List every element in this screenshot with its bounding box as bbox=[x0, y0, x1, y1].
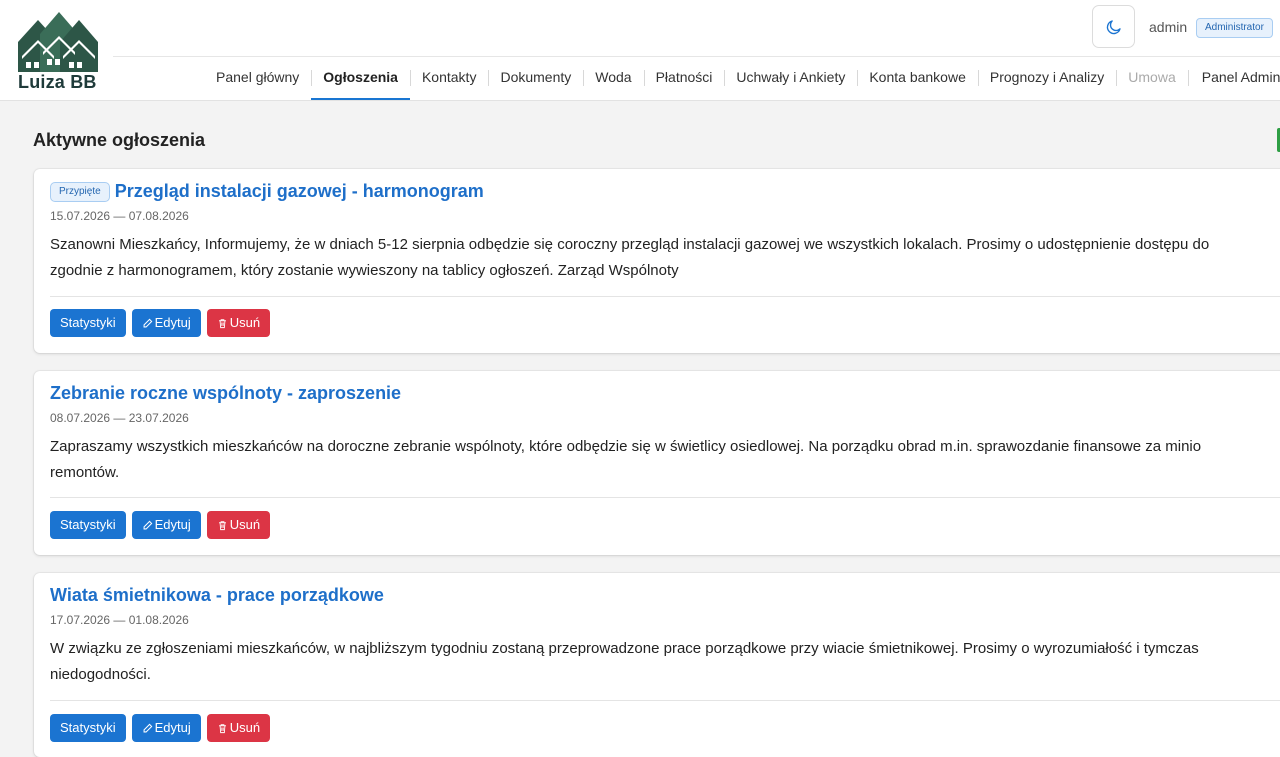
card-actions: Statystyki Edytuj Usuń bbox=[50, 511, 271, 539]
pinned-badge: Przypięte bbox=[50, 181, 110, 202]
user-name[interactable]: admin bbox=[1149, 19, 1187, 35]
stats-button[interactable]: Statystyki bbox=[50, 714, 126, 742]
announcement-body-line: Zapraszamy wszystkich mieszkańców na dor… bbox=[50, 438, 1202, 455]
nav-item-platnosci[interactable]: Płatności bbox=[643, 58, 725, 100]
delete-button[interactable]: Usuń bbox=[206, 511, 271, 539]
moon-icon bbox=[1106, 19, 1121, 34]
top-header: Luiza BB admin Administrator Panel główn… bbox=[0, 0, 1280, 101]
nav-item-prognozy-analizy[interactable]: Prognozy i Analizy bbox=[977, 58, 1116, 100]
nav-item-dokumenty[interactable]: Dokumenty bbox=[488, 58, 583, 100]
edit-button-label: Edytuj bbox=[154, 315, 191, 330]
announcement-body: W związku ze zgłoszeniami mieszkańców, w… bbox=[50, 636, 1199, 688]
delete-button-label: Usuń bbox=[229, 517, 261, 532]
houses-logo-icon bbox=[18, 12, 98, 72]
announcement-body-line: niedogodności. bbox=[50, 666, 151, 683]
card-divider bbox=[50, 700, 1280, 701]
trash-icon bbox=[218, 520, 226, 530]
card-divider bbox=[50, 497, 1280, 498]
announcement-card: Przypięte Przegląd instalacji gazowej - … bbox=[34, 169, 1280, 353]
page-title: Aktywne ogłoszenia bbox=[33, 130, 206, 150]
edit-button-label: Edytuj bbox=[154, 720, 191, 735]
main-nav: Panel główny Ogłoszenia Kontakty Dokumen… bbox=[204, 58, 1280, 100]
delete-button[interactable]: Usuń bbox=[206, 714, 271, 742]
announcement-body: Szanowni Mieszkańcy, Informujemy, że w d… bbox=[50, 232, 1209, 284]
announcement-body-line: Szanowni Mieszkańcy, Informujemy, że w d… bbox=[50, 236, 1210, 253]
delete-button-label: Usuń bbox=[229, 720, 261, 735]
trash-icon bbox=[218, 318, 226, 328]
delete-button[interactable]: Usuń bbox=[206, 309, 271, 337]
logo[interactable]: Luiza BB bbox=[18, 12, 100, 92]
stats-button-label: Statystyki bbox=[60, 315, 116, 330]
announcement-title[interactable]: Przegląd instalacji gazowej - harmonogra… bbox=[115, 181, 484, 202]
pencil-icon bbox=[143, 318, 152, 327]
nav-divider bbox=[113, 56, 1280, 57]
edit-button[interactable]: Edytuj bbox=[131, 309, 201, 337]
announcement-dates: 17.07.2026 — 01.08.2026 bbox=[50, 613, 189, 627]
card-divider bbox=[50, 296, 1280, 297]
card-actions: Statystyki Edytuj Usuń bbox=[50, 309, 271, 337]
stats-button-label: Statystyki bbox=[60, 720, 116, 735]
nav-item-konta-bankowe[interactable]: Konta bankowe bbox=[857, 58, 978, 100]
nav-item-uchwaly-ankiety[interactable]: Uchwały i Ankiety bbox=[724, 58, 857, 100]
announcement-body-line: W związku ze zgłoszeniami mieszkańców, w… bbox=[50, 640, 1199, 657]
nav-item-kontakty[interactable]: Kontakty bbox=[409, 58, 488, 100]
stats-button[interactable]: Statystyki bbox=[50, 511, 126, 539]
stats-button-label: Statystyki bbox=[60, 517, 116, 532]
nav-item-woda[interactable]: Woda bbox=[583, 58, 643, 100]
card-actions: Statystyki Edytuj Usuń bbox=[50, 714, 271, 742]
pencil-icon bbox=[143, 723, 152, 732]
edit-button[interactable]: Edytuj bbox=[131, 714, 201, 742]
nav-item-panel-admin[interactable]: Panel Admin bbox=[1187, 58, 1280, 100]
announcement-title[interactable]: Wiata śmietnikowa - prace porządkowe bbox=[50, 585, 384, 606]
announcement-card: Zebranie roczne wspólnoty - zaproszenie … bbox=[34, 371, 1280, 555]
nav-item-umowa[interactable]: Umowa bbox=[1116, 58, 1187, 100]
pencil-icon bbox=[143, 520, 152, 529]
stats-button[interactable]: Statystyki bbox=[50, 309, 126, 337]
trash-icon bbox=[218, 723, 226, 733]
announcement-body-line: zgodnie z harmonogramem, który zostanie … bbox=[50, 262, 679, 279]
announcement-card: Wiata śmietnikowa - prace porządkowe 17.… bbox=[34, 573, 1280, 757]
announcement-body: Zapraszamy wszystkich mieszkańców na dor… bbox=[50, 434, 1201, 486]
nav-item-ogloszenia[interactable]: Ogłoszenia bbox=[311, 58, 410, 100]
edit-button-label: Edytuj bbox=[154, 517, 191, 532]
role-badge: Administrator bbox=[1196, 18, 1273, 38]
delete-button-label: Usuń bbox=[229, 315, 261, 330]
nav-item-panel-glowny[interactable]: Panel główny bbox=[204, 58, 311, 100]
announcement-dates: 15.07.2026 — 07.08.2026 bbox=[50, 209, 189, 223]
edit-button[interactable]: Edytuj bbox=[131, 511, 201, 539]
announcement-body-line: remontów. bbox=[50, 464, 120, 481]
announcement-title[interactable]: Zebranie roczne wspólnoty - zaproszenie bbox=[50, 383, 401, 404]
announcement-dates: 08.07.2026 — 23.07.2026 bbox=[50, 411, 189, 425]
logo-text: Luiza BB bbox=[18, 72, 97, 92]
theme-toggle-button[interactable] bbox=[1092, 5, 1135, 48]
